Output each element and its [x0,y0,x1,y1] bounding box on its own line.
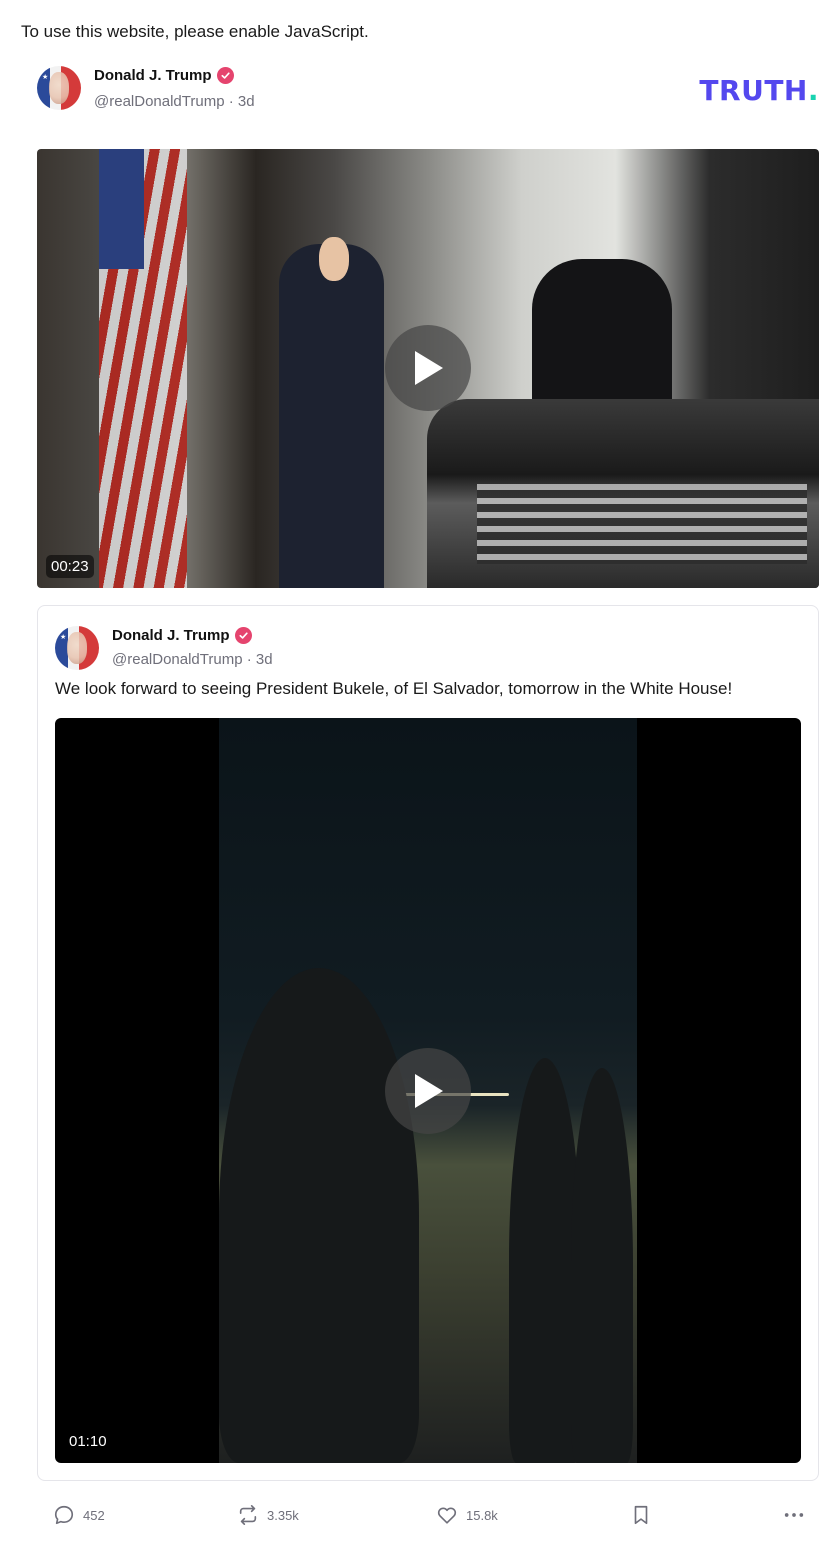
author-handle[interactable]: @realDonaldTrump [94,93,225,110]
author-name-row: Donald J. Trump [94,67,234,84]
post-action-bar: 452 3.35k 15.8k [0,1496,840,1536]
police-officer-image [571,1068,633,1463]
bookmark-button[interactable] [630,1504,652,1526]
avatar-stars: ★ [42,74,49,81]
truth-logo-text: TRUTH [699,74,808,107]
play-icon [415,351,443,385]
post-video[interactable]: 00:23 [37,149,819,588]
post-header: ★ Donald J. Trump @realDonaldTrump · 3d … [37,66,819,114]
like-count: 15.8k [466,1507,498,1523]
author-avatar[interactable]: ★ [37,66,81,110]
video-duration: 01:10 [64,1430,112,1453]
quoted-post[interactable]: ★ Donald J. Trump @realDonaldTrump · 3d … [37,605,819,1481]
quoted-post-text: We look forward to seeing President Buke… [55,679,733,698]
play-button[interactable] [385,1048,471,1134]
quoted-author-avatar[interactable]: ★ [55,626,99,670]
play-icon [415,1074,443,1108]
video-duration: 00:23 [46,555,94,578]
author-handle-line: @realDonaldTrump · 3d [94,93,255,110]
quoted-author-name[interactable]: Donald J. Trump [112,627,230,644]
reply-icon [54,1505,74,1525]
quoted-author-name-row: Donald J. Trump [112,627,252,644]
reply-button[interactable]: 452 [53,1504,105,1526]
noscript-message: To use this website, please enable JavaS… [21,22,369,41]
separator-dot: · [228,93,238,110]
bookmark-icon [634,1505,648,1525]
quoted-author-handle-line: @realDonaldTrump · 3d [112,651,273,668]
reply-count: 452 [83,1507,105,1523]
more-options-button[interactable] [782,1504,806,1526]
police-officer-image [219,968,419,1463]
separator-dot: · [246,651,256,668]
truth-logo[interactable]: TRUTH. [699,74,819,107]
quoted-post-video[interactable]: 01:10 [55,718,801,1463]
avatar-face [49,72,69,104]
avatar-stars: ★ [60,634,67,641]
post-age[interactable]: 3d [238,93,255,110]
verified-badge-icon [216,67,234,84]
truth-logo-dot: . [807,74,819,107]
vehicle-grille-image [477,484,807,564]
like-icon [437,1507,457,1524]
retruth-icon [239,1505,257,1525]
more-icon [784,1513,804,1517]
like-button[interactable]: 15.8k [436,1504,498,1526]
quoted-post-age[interactable]: 3d [256,651,273,668]
flag-canton-image [99,149,144,269]
quoted-author-handle[interactable]: @realDonaldTrump [112,651,243,668]
person-image [279,244,384,588]
retruth-button[interactable]: 3.35k [237,1504,299,1526]
play-button[interactable] [385,325,471,411]
person-head-image [319,237,349,281]
avatar-face [67,632,87,664]
verified-badge-icon [234,627,252,644]
retruth-count: 3.35k [267,1507,299,1523]
author-name[interactable]: Donald J. Trump [94,67,212,84]
